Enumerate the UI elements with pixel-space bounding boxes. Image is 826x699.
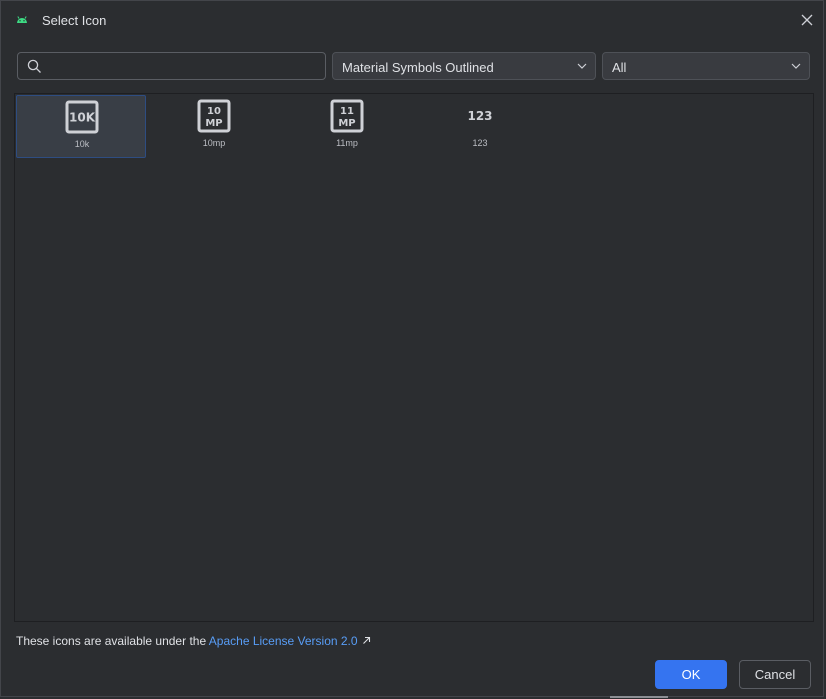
chevron-down-icon bbox=[577, 63, 587, 69]
android-icon bbox=[17, 16, 27, 23]
search-field[interactable] bbox=[17, 52, 326, 80]
search-icon bbox=[27, 59, 41, 73]
external-link-icon[interactable] bbox=[362, 636, 371, 645]
10k-icon: 10K bbox=[65, 100, 99, 134]
icon-family-value: Material Symbols Outlined bbox=[342, 60, 494, 75]
icon-grid: 10K 10k 10 MP 10mp 11 MP 11mp 123 123 bbox=[14, 93, 814, 622]
chevron-down-icon bbox=[791, 63, 801, 69]
search-input[interactable] bbox=[50, 57, 319, 77]
icon-cell-10mp[interactable]: 10 MP 10mp bbox=[149, 95, 279, 158]
icon-cell-123[interactable]: 123 123 bbox=[415, 95, 545, 158]
icon-label: 11mp bbox=[336, 138, 358, 148]
svg-text:10K: 10K bbox=[69, 111, 96, 125]
icon-label: 10k bbox=[74, 139, 90, 149]
icon-label: 10mp bbox=[202, 138, 226, 148]
ok-button[interactable]: OK bbox=[655, 660, 727, 689]
10mp-icon: 10 MP bbox=[197, 99, 231, 133]
resize-handle[interactable] bbox=[610, 696, 668, 698]
close-icon[interactable] bbox=[799, 12, 815, 28]
icon-cell-11mp[interactable]: 11 MP 11mp bbox=[282, 95, 412, 158]
svg-text:11: 11 bbox=[340, 106, 354, 117]
dialog-title: Select Icon bbox=[42, 13, 107, 28]
license-text: These icons are available under the Apac… bbox=[16, 634, 371, 648]
license-prefix: These icons are available under the bbox=[16, 634, 209, 648]
title-bar: Select Icon bbox=[1, 1, 823, 41]
123-icon: 123 bbox=[467, 109, 492, 123]
category-value: All bbox=[612, 60, 627, 75]
category-dropdown[interactable]: All bbox=[602, 52, 810, 80]
icon-label: 123 bbox=[472, 138, 488, 148]
svg-text:123: 123 bbox=[467, 109, 492, 123]
cancel-button[interactable]: Cancel bbox=[739, 660, 811, 689]
icon-cell-10k[interactable]: 10K 10k bbox=[16, 95, 146, 158]
svg-text:10: 10 bbox=[207, 106, 221, 117]
svg-text:MP: MP bbox=[338, 118, 355, 129]
11mp-icon: 11 MP bbox=[330, 99, 364, 133]
icon-family-dropdown[interactable]: Material Symbols Outlined bbox=[332, 52, 596, 80]
license-link[interactable]: Apache License Version 2.0 bbox=[209, 634, 358, 648]
svg-text:MP: MP bbox=[205, 118, 222, 129]
select-icon-dialog: Select Icon Material Symbols Outlined Al… bbox=[0, 0, 824, 697]
